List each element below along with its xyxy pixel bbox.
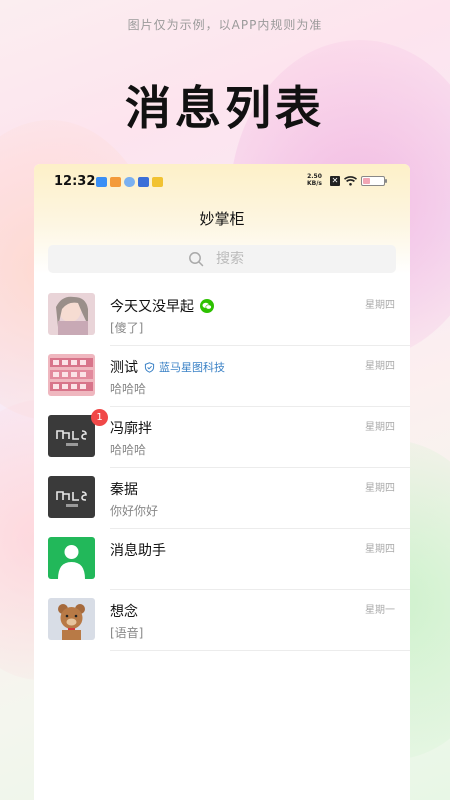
conversation-item[interactable]: 1 冯廓拌 哈哈哈 星期四 <box>34 407 410 468</box>
message-preview: 哈哈哈 <box>110 382 147 396</box>
conversation-list: 今天又没早起 [傻了] 星期四 测试 蓝马星图科技 哈哈哈 星期四 1 冯廓拌 … <box>34 285 410 651</box>
notification-icons <box>96 177 163 187</box>
status-bar: 12:32 2.50 KB/s ✕ <box>34 173 410 191</box>
net-speed-value: 2.50 <box>307 173 322 180</box>
message-preview: 你好你好 <box>110 504 159 518</box>
app-title: 妙掌柜 <box>199 210 245 228</box>
cloud-app-icon <box>124 177 135 187</box>
message-date: 星期四 <box>365 544 395 555</box>
message-date: 星期四 <box>365 300 395 311</box>
message-date: 星期四 <box>365 422 395 433</box>
avatar <box>48 293 95 335</box>
net-speed-unit: KB/s <box>307 180 322 187</box>
search-bar[interactable] <box>48 245 396 273</box>
battery-icon <box>361 176 387 186</box>
search-icon <box>189 252 204 267</box>
contact-name: 秦据 <box>110 482 138 498</box>
status-right-icons: ✕ <box>330 176 387 186</box>
unread-badge: 1 <box>91 409 108 426</box>
message-preview: 哈哈哈 <box>110 443 147 457</box>
contact-name: 冯廓拌 <box>110 421 152 437</box>
contact-name: 消息助手 <box>110 543 166 559</box>
conversation-item[interactable]: 想念 [语音] 星期一 <box>34 590 410 651</box>
sim-off-icon: ✕ <box>330 176 340 186</box>
avatar <box>48 476 95 518</box>
shop-app-icon <box>110 177 121 187</box>
avatar <box>48 415 95 457</box>
gallery-app-icon <box>138 177 149 187</box>
verified-shield-icon <box>144 361 155 373</box>
conversation-item[interactable]: 秦据 你好你好 星期四 <box>34 468 410 529</box>
mail-app-icon <box>96 177 107 187</box>
organization-name: 蓝马星图科技 <box>159 361 225 374</box>
wechat-icon <box>200 299 214 313</box>
contact-name: 想念 <box>110 604 138 620</box>
message-preview: [语音] <box>110 626 144 640</box>
conversation-item[interactable]: 测试 蓝马星图科技 哈哈哈 星期四 <box>34 346 410 407</box>
status-time: 12:32 <box>54 174 96 189</box>
wifi-icon <box>344 176 357 186</box>
message-date: 星期四 <box>365 361 395 372</box>
conversation-item[interactable]: 消息助手 星期四 <box>34 529 410 590</box>
folder-app-icon <box>152 177 163 187</box>
message-date: 星期一 <box>365 605 395 616</box>
avatar <box>48 598 95 640</box>
divider <box>110 650 410 651</box>
battery-fill <box>363 178 370 184</box>
message-preview: [傻了] <box>110 321 144 335</box>
contact-name: 今天又没早起 <box>110 299 194 315</box>
organization-tag: 蓝马星图科技 <box>144 359 225 375</box>
phone-screen: 12:32 2.50 KB/s ✕ 妙掌柜 搜索 今天又没早起 [傻了] 星期四… <box>34 164 410 800</box>
promo-headline: 消息列表 <box>125 81 325 135</box>
search-input[interactable] <box>216 251 256 267</box>
net-speed: 2.50 KB/s <box>307 173 322 187</box>
contact-name: 测试 <box>110 360 138 376</box>
assistant-person-icon <box>48 537 95 579</box>
message-date: 星期四 <box>365 483 395 494</box>
disclaimer-text: 图片仅为示例，以APP内规则为准 <box>127 18 323 32</box>
conversation-item[interactable]: 今天又没早起 [傻了] 星期四 <box>34 285 410 346</box>
avatar <box>48 354 95 396</box>
avatar <box>48 537 95 579</box>
